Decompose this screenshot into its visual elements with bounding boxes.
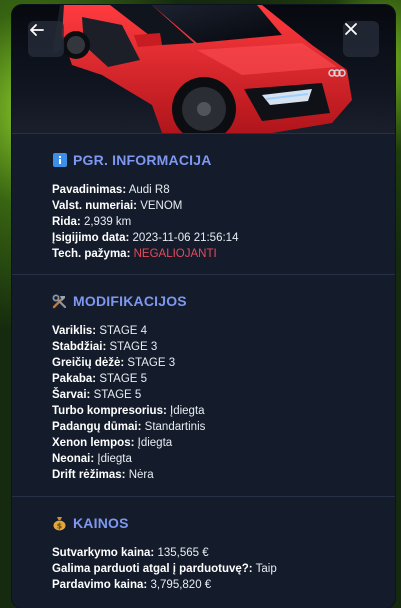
row-value: Nėra — [128, 469, 154, 481]
prices-heading: $ KAINOS — [52, 515, 395, 531]
mods-row: Drift rėžimas: Nėra — [52, 467, 395, 483]
row-label: Turbo kompresorius: — [52, 405, 167, 417]
row-label: Neonai: — [52, 453, 95, 465]
row-label: Pardavimo kaina: — [52, 579, 148, 591]
info-icon — [52, 153, 67, 168]
row-label: Pakaba: — [52, 373, 97, 385]
row-label: Galima parduoti atgal į parduotuvę?: — [52, 563, 253, 575]
arrow-left-icon — [30, 24, 44, 36]
prices-title: KAINOS — [73, 515, 129, 531]
row-label: Sutvarkymo kaina: — [52, 547, 155, 559]
row-label: Xenon lempos: — [52, 437, 135, 449]
row-value: Audi R8 — [128, 184, 170, 196]
prices-row: Sutvarkymo kaina: 135,565 € — [52, 545, 395, 561]
row-value: Įdiegta — [170, 405, 205, 417]
row-value: Įdiegta — [97, 453, 132, 465]
basic-info-title: PGR. INFORMACIJA — [73, 152, 212, 168]
row-label: Drift rėžimas: — [52, 469, 126, 481]
row-value: 3,795,820 € — [150, 579, 212, 591]
basic-info-heading: PGR. INFORMACIJA — [52, 152, 395, 168]
modifications-section: MODIFIKACIJOS Variklis: STAGE 4 Stabdžiai… — [12, 274, 395, 496]
row-value: STAGE 3 — [127, 357, 176, 369]
modifications-heading: MODIFIKACIJOS — [52, 293, 395, 309]
row-label: Greičių dėžė: — [52, 357, 125, 369]
mods-row: Pakaba: STAGE 5 — [52, 371, 395, 387]
prices-row: Galima parduoti atgal į parduotuvę?: Tai… — [52, 561, 395, 577]
mods-row: Stabdžiai: STAGE 3 — [52, 339, 395, 355]
car-image — [52, 5, 352, 133]
info-row: Tech. pažyma: NEGALIOJANTI — [52, 246, 395, 262]
vehicle-image — [12, 5, 395, 133]
row-value: Įdiegta — [137, 437, 173, 449]
row-label: Stabdžiai: — [52, 341, 107, 353]
mods-row: Xenon lempos: Įdiegta — [52, 435, 395, 451]
row-value: 2,939 km — [83, 216, 132, 228]
row-label: Valst. numeriai: — [52, 200, 138, 212]
info-row: Valst. numeriai: VENOM — [52, 198, 395, 214]
basic-info-section: PGR. INFORMACIJA Pavadinimas: Audi R8 Val… — [12, 133, 395, 274]
prices-row: Pardavimo kaina: 3,795,820 € — [52, 577, 395, 593]
mods-row: Šarvai: STAGE 5 — [52, 387, 395, 403]
row-value: VENOM — [140, 200, 183, 212]
svg-text:$: $ — [57, 521, 63, 530]
row-value: Standartinis — [144, 421, 206, 433]
back-button[interactable] — [28, 21, 64, 57]
row-label: Įsigijimo data: — [52, 232, 130, 244]
row-label: Šarvai: — [52, 389, 91, 401]
info-row: Įsigijimo data: 2023-11-06 21:56:14 — [52, 230, 395, 246]
row-label: Rida: — [52, 216, 81, 228]
mods-row: Turbo kompresorius: Įdiegta — [52, 403, 395, 419]
row-label: Pavadinimas: — [52, 184, 127, 196]
row-value: STAGE 4 — [99, 325, 148, 337]
mods-row: Greičių dėžė: STAGE 3 — [52, 355, 395, 371]
close-icon — [345, 23, 357, 35]
row-value: 2023-11-06 21:56:14 — [132, 232, 239, 244]
prices-section: $ KAINOS Sutvarkymo kaina: 135,565 € Gali… — [12, 496, 395, 608]
row-value: STAGE 5 — [93, 389, 142, 401]
row-value: STAGE 3 — [109, 341, 158, 353]
mods-row: Neonai: Įdiegta — [52, 451, 395, 467]
info-row: Rida: 2,939 km — [52, 214, 395, 230]
row-label: Tech. pažyma: — [52, 248, 131, 260]
row-label: Padangų dūmai: — [52, 421, 142, 433]
row-value: Taip — [255, 563, 277, 575]
money-bag-icon: $ — [52, 516, 67, 531]
row-value: STAGE 5 — [99, 373, 148, 385]
mods-row: Variklis: STAGE 4 — [52, 323, 395, 339]
mods-row: Padangų dūmai: Standartinis — [52, 419, 395, 435]
info-row: Pavadinimas: Audi R8 — [52, 182, 395, 198]
row-value: NEGALIOJANTI — [133, 248, 217, 260]
close-button[interactable] — [343, 21, 379, 57]
row-label: Variklis: — [52, 325, 97, 337]
vehicle-info-card: PGR. INFORMACIJA Pavadinimas: Audi R8 Val… — [12, 5, 395, 608]
tools-icon — [52, 294, 67, 309]
row-value: 135,565 € — [157, 547, 209, 559]
modifications-title: MODIFIKACIJOS — [73, 293, 187, 309]
